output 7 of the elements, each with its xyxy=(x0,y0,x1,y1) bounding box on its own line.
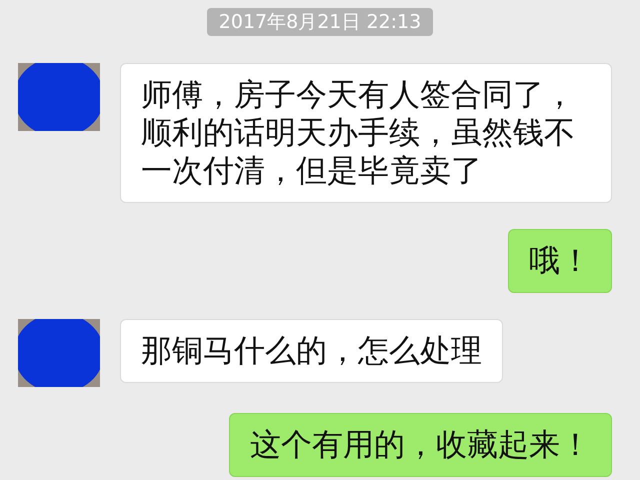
avatar[interactable] xyxy=(18,63,100,131)
message-bubble: 那铜马什么的，怎么处理 xyxy=(120,319,503,383)
avatar[interactable] xyxy=(18,319,100,387)
message-bubble: 这个有用的，收藏起来！ xyxy=(229,413,612,477)
message-bubble: 师傅，房子今天有人签合同了，顺利的话明天办手续，虽然钱不一次付清，但是毕竟卖了 xyxy=(120,63,612,203)
timestamp: 2017年8月21日 22:13 xyxy=(206,8,434,36)
message-bubble: 哦！ xyxy=(508,229,612,293)
